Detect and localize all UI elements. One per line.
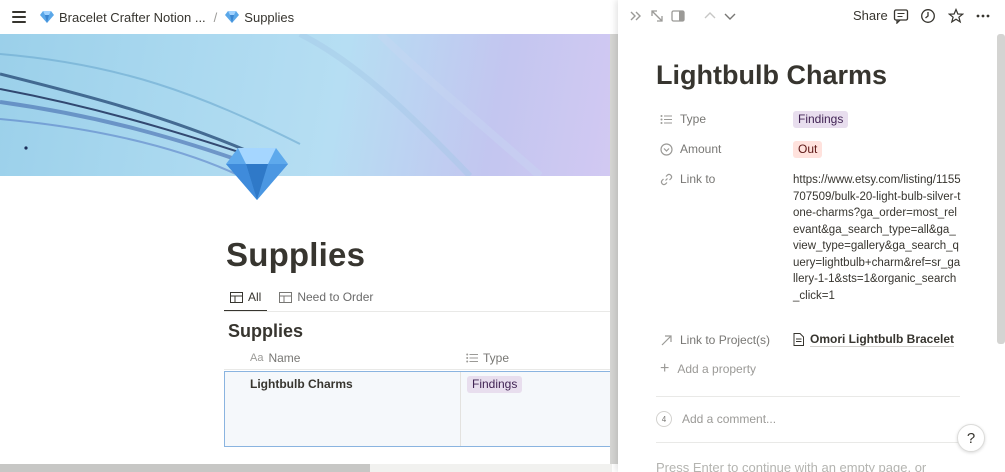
list-icon [466, 353, 478, 362]
property-project-value[interactable]: Omori Lightbulb Bracelet [793, 332, 955, 347]
table-row[interactable]: Lightbulb Charms Findings [224, 371, 612, 447]
more-icon[interactable] [975, 8, 991, 24]
type-tag: Findings [467, 376, 523, 393]
table-icon [230, 291, 243, 303]
close-peek-icon[interactable] [628, 8, 644, 24]
table-icon [279, 291, 293, 303]
gem-icon [40, 11, 54, 23]
view-tabs: All Need to Order [224, 286, 379, 312]
cover-art [0, 34, 543, 176]
database-title[interactable]: Supplies [228, 321, 303, 342]
comment-icon[interactable] [893, 8, 909, 24]
record-title[interactable]: Lightbulb Charms [656, 60, 887, 91]
status-icon [660, 142, 673, 156]
side-peek-icon[interactable] [670, 8, 686, 24]
horizontal-scrollbar-thumb[interactable] [0, 464, 370, 472]
empty-page-hint: Press Enter to continue with an empty pa… [656, 460, 927, 472]
property-amount-value[interactable]: Out [793, 141, 823, 158]
property-project[interactable]: Link to Project(s) [660, 333, 770, 347]
chevron-down-icon[interactable] [722, 8, 738, 24]
relation-arrow-icon [661, 334, 672, 345]
peek-scrollbar[interactable] [997, 34, 1005, 344]
link-icon [660, 173, 673, 185]
breadcrumb-current-label: Supplies [244, 9, 295, 25]
column-header-type-label: Type [483, 350, 510, 365]
cell-type[interactable]: Findings [461, 372, 523, 446]
tab-need-to-order-label: Need to Order [297, 290, 374, 304]
gem-icon [226, 148, 288, 200]
property-amount[interactable]: Amount [660, 142, 721, 156]
clock-icon[interactable] [920, 8, 936, 24]
list-icon [660, 114, 672, 124]
property-link-label: Link to [680, 172, 716, 186]
table-header: Aa Name Type [224, 346, 612, 370]
main-page: Bracelet Crafter Notion ... / Supplies S… [0, 0, 618, 472]
topbar: Bracelet Crafter Notion ... / Supplies [0, 0, 618, 34]
column-header-type[interactable]: Type [460, 346, 509, 369]
property-link[interactable]: Link to [660, 172, 715, 186]
out-tag: Out [793, 141, 823, 158]
chevron-up-icon[interactable] [702, 8, 718, 24]
comment-placeholder: Add a comment... [682, 412, 777, 426]
star-icon[interactable] [948, 8, 964, 24]
page-title: Supplies [226, 236, 366, 273]
menu-icon[interactable] [12, 11, 26, 23]
property-project-label: Link to Project(s) [680, 333, 771, 347]
gem-icon [225, 11, 240, 23]
share-button[interactable]: Share [853, 8, 888, 23]
page-icon [793, 333, 804, 346]
plus-icon: + [660, 360, 670, 377]
tab-all[interactable]: All [224, 286, 268, 312]
peek-toolbar: Share [618, 0, 1005, 32]
cover-image [0, 34, 612, 176]
breadcrumb-separator: / [213, 9, 218, 25]
help-button[interactable]: ? [957, 424, 985, 452]
column-header-name[interactable]: Aa Name [224, 346, 460, 369]
text-property-icon: Aa [250, 351, 264, 364]
tab-need-to-order[interactable]: Need to Order [273, 286, 379, 308]
divider [656, 442, 960, 443]
column-header-name-label: Name [268, 350, 301, 365]
add-property-button[interactable]: + Add a property [660, 360, 757, 377]
vertical-scrollbar[interactable] [610, 34, 618, 464]
property-type-value[interactable]: Findings [793, 111, 849, 128]
breadcrumb-current[interactable]: Supplies [225, 10, 294, 25]
property-type-label: Type [680, 112, 707, 126]
tabs-divider [224, 311, 612, 312]
project-link: Omori Lightbulb Bracelet [810, 332, 955, 347]
peek-panel: Share Lightbulb Charms Type Findings Amo… [618, 0, 1005, 472]
breadcrumb-workspace[interactable]: Bracelet Crafter Notion ... [40, 10, 206, 25]
property-type[interactable]: Type [660, 112, 706, 126]
comment-input[interactable]: 4 Add a comment... [656, 411, 776, 427]
findings-tag: Findings [793, 111, 849, 128]
breadcrumb-workspace-label: Bracelet Crafter Notion ... [59, 9, 206, 25]
divider [656, 396, 960, 397]
add-property-label: Add a property [677, 362, 757, 376]
property-link-value[interactable]: https://www.etsy.com/listing/1155707509/… [793, 172, 961, 304]
tab-all-label: All [248, 290, 262, 304]
cell-name[interactable]: Lightbulb Charms [225, 372, 461, 446]
property-amount-label: Amount [680, 142, 722, 156]
expand-icon[interactable] [649, 8, 665, 24]
avatar: 4 [656, 411, 672, 427]
